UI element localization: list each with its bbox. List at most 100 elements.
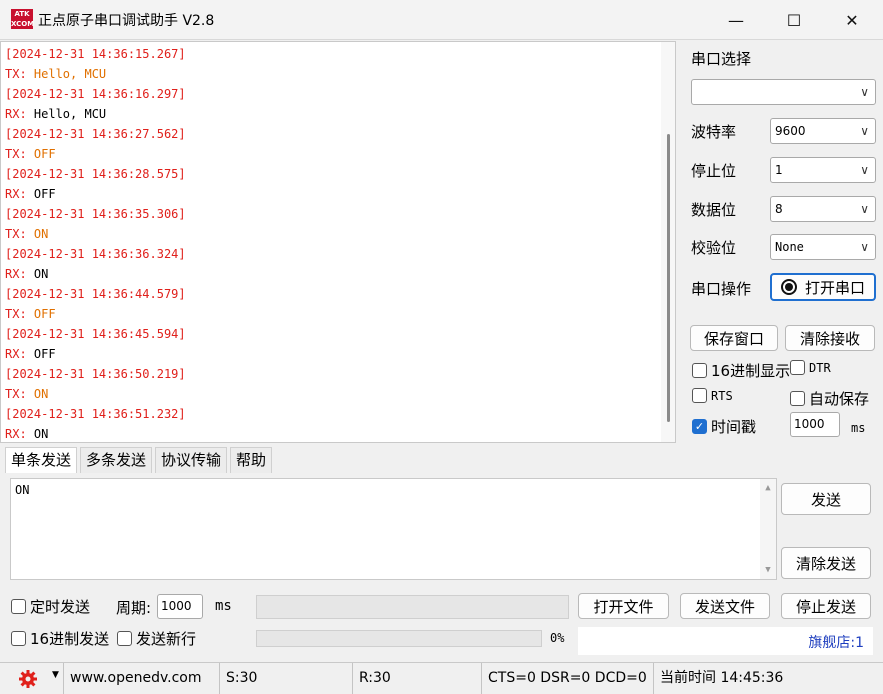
rx-text: OFF [33, 187, 56, 201]
parity-combo[interactable]: None ∨ [770, 234, 876, 260]
menu-dropdown-icon[interactable]: ▼ [52, 670, 59, 680]
stop-bits-combo[interactable]: 1 ∨ [770, 157, 876, 183]
receive-line: TX: ON [5, 224, 186, 244]
receive-area[interactable]: [2024-12-31 14:36:15.267] TX: Hello, MCU [… [0, 41, 676, 443]
timestamp-text: [2024-12-31 14:36:28.575] [5, 167, 186, 181]
checkbox-icon [11, 599, 26, 614]
tx-text: ON [33, 387, 49, 401]
receive-line: [2024-12-31 14:36:15.267] [5, 44, 186, 64]
tx-text: OFF [33, 307, 56, 321]
scroll-down-icon[interactable]: ▼ [760, 565, 776, 575]
port-combo[interactable]: ∨ [691, 79, 876, 105]
save-window-button[interactable]: 保存窗口 [690, 325, 778, 351]
send-progress-text: 0% [550, 631, 565, 645]
send-button[interactable]: 发送 [781, 483, 871, 515]
sent-count: S:30 [219, 663, 351, 694]
status-bar: ▼ www.openedv.com S:30 R:30 CTS=0 DSR=0 … [0, 662, 883, 694]
port-select-label: 串口选择 [691, 50, 752, 68]
period-unit: ms [215, 598, 232, 614]
rx-text: ON [33, 267, 49, 281]
rx-text: Hello, MCU [33, 107, 107, 121]
clear-send-button[interactable]: 清除发送 [781, 547, 871, 579]
parity-value: None [775, 240, 804, 254]
hex-display-checkbox[interactable]: 16进制显示 [692, 360, 790, 381]
receive-line: TX: ON [5, 384, 186, 404]
receive-line: TX: OFF [5, 304, 186, 324]
baud-combo[interactable]: 9600 ∨ [770, 118, 876, 144]
gear-icon[interactable] [18, 669, 38, 689]
baud-label: 波特率 [691, 123, 737, 141]
dtr-label: DTR [809, 360, 831, 375]
tx-text: ON [33, 227, 49, 241]
port-status-icon [780, 279, 797, 295]
stop-bits-label: 停止位 [691, 162, 737, 180]
receive-line: RX: Hello, MCU [5, 104, 186, 124]
app-logo-icon: ATK XCOM [11, 9, 35, 29]
close-button[interactable]: ✕ [823, 0, 881, 40]
tab-help[interactable]: 帮助 [230, 447, 273, 473]
timestamp-unit: ms [851, 421, 866, 435]
rts-checkbox[interactable]: RTS [692, 388, 733, 403]
open-port-label: 打开串口 [804, 278, 865, 297]
timed-send-bar [256, 595, 569, 619]
rx-prefix: RX: [5, 427, 34, 441]
receive-line: [2024-12-31 14:36:51.232] [5, 404, 186, 424]
receive-scroll-thumb[interactable] [667, 134, 670, 422]
tx-prefix: TX: [5, 67, 34, 81]
port-op-label: 串口操作 [691, 280, 752, 298]
send-newline-checkbox[interactable]: 发送新行 [117, 628, 196, 649]
checkbox-icon [790, 360, 805, 375]
tab-single-send[interactable]: 单条发送 [5, 447, 78, 473]
maximize-button[interactable]: ☐ [765, 0, 823, 40]
checkbox-icon [11, 631, 26, 646]
tx-prefix: TX: [5, 227, 34, 241]
stop-send-button[interactable]: 停止发送 [781, 593, 871, 619]
send-input[interactable]: ON ▲ ▼ [10, 478, 777, 580]
tab-multi-send[interactable]: 多条发送 [80, 447, 153, 473]
hex-send-checkbox[interactable]: 16进制发送 [11, 628, 109, 649]
rx-text: OFF [33, 347, 56, 361]
chevron-down-icon: ∨ [860, 240, 869, 254]
rx-prefix: RX: [5, 187, 34, 201]
rts-label: RTS [711, 388, 733, 403]
receive-line: [2024-12-31 14:36:50.219] [5, 364, 186, 384]
period-input[interactable]: 1000 [157, 594, 203, 619]
auto-save-checkbox[interactable]: 自动保存 [790, 388, 869, 409]
receive-line: [2024-12-31 14:36:36.324] [5, 244, 186, 264]
send-file-button[interactable]: 发送文件 [680, 593, 770, 619]
dtr-checkbox[interactable]: DTR [790, 360, 831, 375]
website-link[interactable]: www.openedv.com [63, 663, 215, 694]
chevron-down-icon: ∨ [860, 85, 869, 99]
minimize-button[interactable]: — [707, 0, 765, 40]
timestamp-text: [2024-12-31 14:36:44.579] [5, 287, 186, 301]
receive-line: TX: Hello, MCU [5, 64, 186, 84]
send-scrollbar[interactable]: ▲ ▼ [760, 479, 776, 579]
tab-protocol[interactable]: 协议传输 [155, 447, 228, 473]
scroll-up-icon[interactable]: ▲ [760, 483, 776, 493]
current-time: 当前时间 14:45:36 [653, 663, 883, 694]
tx-text: Hello, MCU [33, 67, 107, 81]
receive-line: [2024-12-31 14:36:44.579] [5, 284, 186, 304]
auto-save-label: 自动保存 [809, 390, 870, 408]
receive-scrollbar[interactable] [661, 42, 675, 442]
timestamp-text: [2024-12-31 14:36:51.232] [5, 407, 186, 421]
hex-send-label: 16进制发送 [30, 630, 110, 648]
data-bits-combo[interactable]: 8 ∨ [770, 196, 876, 222]
open-file-button[interactable]: 打开文件 [578, 593, 669, 619]
timestamp-interval-input[interactable]: 1000 [790, 412, 840, 437]
clear-receive-button[interactable]: 清除接收 [785, 325, 875, 351]
open-port-button[interactable]: 打开串口 [770, 273, 876, 301]
data-bits-label: 数据位 [691, 201, 737, 219]
rx-text: ON [33, 427, 49, 441]
receive-line: RX: OFF [5, 184, 186, 204]
period-label: 周期: [116, 599, 152, 617]
title-bar: ATK XCOM 正点原子串口调试助手 V2.8 — ☐ ✕ [0, 0, 883, 40]
checkbox-icon [790, 391, 805, 406]
timestamp-text: [2024-12-31 14:36:50.219] [5, 367, 186, 381]
chevron-down-icon: ∨ [860, 202, 869, 216]
send-progress-bar [256, 630, 542, 647]
timestamp-checkbox[interactable]: ✓ 时间戳 [692, 416, 756, 437]
flagship-link[interactable]: 旗舰店:1 [808, 632, 864, 652]
timed-send-checkbox[interactable]: 定时发送 [11, 596, 90, 617]
line-status: CTS=0 DSR=0 DCD=0 [481, 663, 652, 694]
